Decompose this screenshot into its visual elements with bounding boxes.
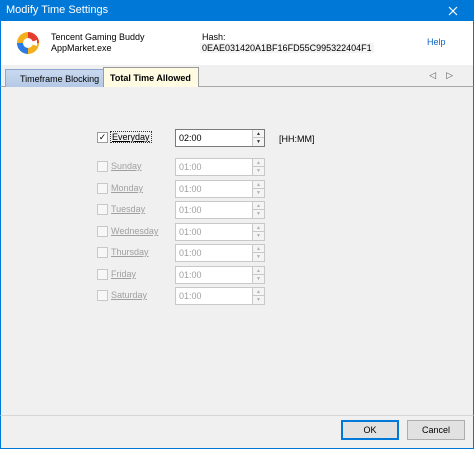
spin-down-icon[interactable]: ▼: [253, 167, 264, 175]
wednesday-checkbox[interactable]: [97, 226, 108, 237]
thursday-time-spinner[interactable]: 01:00 ▲ ▼: [175, 244, 265, 262]
sunday-checkbox[interactable]: [97, 161, 108, 172]
friday-checkbox[interactable]: [97, 269, 108, 280]
monday-label[interactable]: Monday: [111, 183, 143, 193]
time-value[interactable]: 01:00: [179, 162, 202, 172]
spinner-buttons: ▲ ▼: [252, 288, 264, 304]
help-link[interactable]: Help: [427, 37, 446, 47]
saturday-time-spinner[interactable]: 01:00 ▲ ▼: [175, 287, 265, 305]
hash-value: 0EAE031420A1BF16FD55C995322404F1: [200, 43, 374, 53]
spin-up-icon[interactable]: ▲: [253, 130, 264, 138]
total-time-panel: ✓ Everyday 02:00 ▲ ▼ Sunday 01:00 ▲ ▼ Monday 01:00…: [0, 87, 474, 415]
cancel-button[interactable]: Cancel: [407, 420, 465, 440]
schedule-row-everyday: ✓ Everyday 02:00 ▲ ▼: [97, 129, 357, 147]
tab-timeframe-blocking[interactable]: Timeframe Blocking: [5, 69, 105, 87]
schedule-row-friday: Friday 01:00 ▲ ▼: [97, 266, 357, 284]
spin-up-icon[interactable]: ▲: [253, 181, 264, 189]
spin-down-icon[interactable]: ▼: [253, 232, 264, 240]
wednesday-label[interactable]: Wednesday: [111, 226, 158, 236]
tab-scroll-right-icon[interactable]: ▷: [446, 70, 463, 80]
spin-up-icon[interactable]: ▲: [253, 267, 264, 275]
spin-up-icon[interactable]: ▲: [253, 202, 264, 210]
tab-total-time-allowed[interactable]: Total Time Allowed: [103, 67, 199, 88]
time-value[interactable]: 01:00: [179, 291, 202, 301]
time-value[interactable]: 01:00: [179, 184, 202, 194]
tuesday-checkbox[interactable]: [97, 204, 108, 215]
tencent-gaming-buddy-logo: [17, 32, 39, 54]
sunday-time-spinner[interactable]: 01:00 ▲ ▼: [175, 158, 265, 176]
monday-time-spinner[interactable]: 01:00 ▲ ▼: [175, 180, 265, 198]
close-button[interactable]: [432, 0, 474, 21]
spin-down-icon[interactable]: ▼: [253, 189, 264, 197]
everyday-time-spinner[interactable]: 02:00 ▲ ▼: [175, 129, 265, 147]
app-exe-name: AppMarket.exe: [51, 43, 112, 53]
time-value[interactable]: 01:00: [179, 227, 202, 237]
spin-down-icon[interactable]: ▼: [253, 275, 264, 283]
spin-down-icon[interactable]: ▼: [253, 138, 264, 146]
tab-label: Timeframe Blocking: [20, 73, 100, 84]
close-icon: [448, 6, 458, 15]
time-units-label: [HH:MM]: [279, 134, 315, 144]
app-name: Tencent Gaming Buddy: [51, 32, 145, 42]
hash-label: Hash:: [202, 32, 226, 42]
time-value[interactable]: 01:00: [179, 248, 202, 258]
thursday-checkbox[interactable]: [97, 247, 108, 258]
saturday-label[interactable]: Saturday: [111, 290, 147, 300]
ok-button[interactable]: OK: [341, 420, 399, 440]
time-value[interactable]: 02:00: [179, 133, 202, 143]
spin-up-icon[interactable]: ▲: [253, 245, 264, 253]
dialog-footer: OK Cancel: [0, 415, 474, 449]
window-title: Modify Time Settings: [6, 4, 109, 16]
friday-label[interactable]: Friday: [111, 269, 136, 279]
spinner-buttons: ▲ ▼: [252, 245, 264, 261]
spin-down-icon[interactable]: ▼: [253, 253, 264, 261]
title-bar: Modify Time Settings: [0, 0, 474, 21]
schedule-row-wednesday: Wednesday 01:00 ▲ ▼: [97, 223, 357, 241]
schedule-row-monday: Monday 01:00 ▲ ▼: [97, 180, 357, 198]
spinner-buttons: ▲ ▼: [252, 130, 264, 146]
schedule-row-tuesday: Tuesday 01:00 ▲ ▼: [97, 201, 357, 219]
tab-scroll-left-icon[interactable]: ◁: [429, 70, 446, 80]
monday-checkbox[interactable]: [97, 183, 108, 194]
tab-strip: Timeframe Blocking Total Time Allowed ◁▷: [0, 65, 474, 88]
tuesday-label[interactable]: Tuesday: [111, 204, 145, 214]
spinner-buttons: ▲ ▼: [252, 202, 264, 218]
thursday-label[interactable]: Thursday: [111, 247, 149, 257]
spin-up-icon[interactable]: ▲: [253, 288, 264, 296]
spinner-buttons: ▲ ▼: [252, 224, 264, 240]
spin-up-icon[interactable]: ▲: [253, 159, 264, 167]
tab-label: Total Time Allowed: [110, 73, 191, 83]
spin-up-icon[interactable]: ▲: [253, 224, 264, 232]
everyday-label[interactable]: Everyday: [110, 131, 152, 143]
schedule-row-sunday: Sunday 01:00 ▲ ▼: [97, 158, 357, 176]
tuesday-time-spinner[interactable]: 01:00 ▲ ▼: [175, 201, 265, 219]
tab-scroll-arrows: ◁▷: [429, 70, 463, 81]
spinner-buttons: ▲ ▼: [252, 159, 264, 175]
sunday-label[interactable]: Sunday: [111, 161, 142, 171]
time-value[interactable]: 01:00: [179, 205, 202, 215]
schedule-row-thursday: Thursday 01:00 ▲ ▼: [97, 244, 357, 262]
schedule-row-saturday: Saturday 01:00 ▲ ▼: [97, 287, 357, 305]
spin-down-icon[interactable]: ▼: [253, 210, 264, 218]
wednesday-time-spinner[interactable]: 01:00 ▲ ▼: [175, 223, 265, 241]
spinner-buttons: ▲ ▼: [252, 267, 264, 283]
time-value[interactable]: 01:00: [179, 270, 202, 280]
spin-down-icon[interactable]: ▼: [253, 296, 264, 304]
spinner-buttons: ▲ ▼: [252, 181, 264, 197]
friday-time-spinner[interactable]: 01:00 ▲ ▼: [175, 266, 265, 284]
everyday-checkbox[interactable]: ✓: [97, 132, 108, 143]
saturday-checkbox[interactable]: [97, 290, 108, 301]
app-info-header: Tencent Gaming Buddy AppMarket.exe Hash:…: [0, 21, 474, 65]
